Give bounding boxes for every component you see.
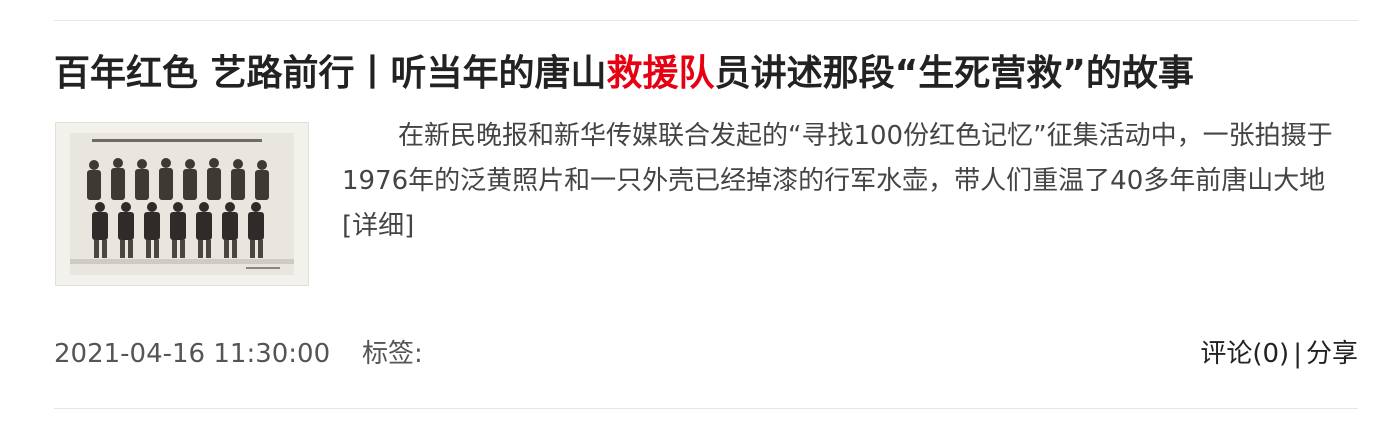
divider: [54, 408, 1358, 409]
article-title[interactable]: 百年红色 艺路前行丨听当年的唐山救援队员讲述那段“生死营救”的故事: [54, 48, 1194, 100]
article-title-part[interactable]: 百年红色 艺路前行丨听当年的唐山: [54, 53, 607, 94]
tags-label: 标签:: [362, 339, 423, 369]
divider: [54, 20, 1358, 21]
action-separator: |: [1293, 339, 1302, 369]
article-title-highlight[interactable]: 救援队: [607, 53, 715, 94]
article-title-part[interactable]: 员讲述那段“生死营救”的故事: [715, 53, 1194, 94]
publish-date: 2021-04-16 11:30:00: [54, 339, 331, 369]
article-actions: 评论(0) | 分享: [1200, 336, 1358, 372]
group-photo-image: [56, 123, 308, 285]
read-more-link[interactable]: [详细]: [342, 211, 414, 241]
article-summary: 在新民晚报和新华传媒联合发起的“寻找100份红色记忆”征集活动中，一张拍摄于19…: [342, 114, 1342, 249]
comment-link[interactable]: 评论(0): [1200, 339, 1289, 369]
share-link[interactable]: 分享: [1306, 339, 1358, 369]
news-list: 百年红色 艺路前行丨听当年的唐山救援队员讲述那段“生死营救”的故事 在新民晚报和…: [0, 0, 1400, 443]
article-summary-text: 在新民晚报和新华传媒联合发起的“寻找100份红色记忆”征集活动中，一张拍摄于19…: [342, 121, 1333, 196]
article-thumbnail[interactable]: [55, 122, 309, 286]
